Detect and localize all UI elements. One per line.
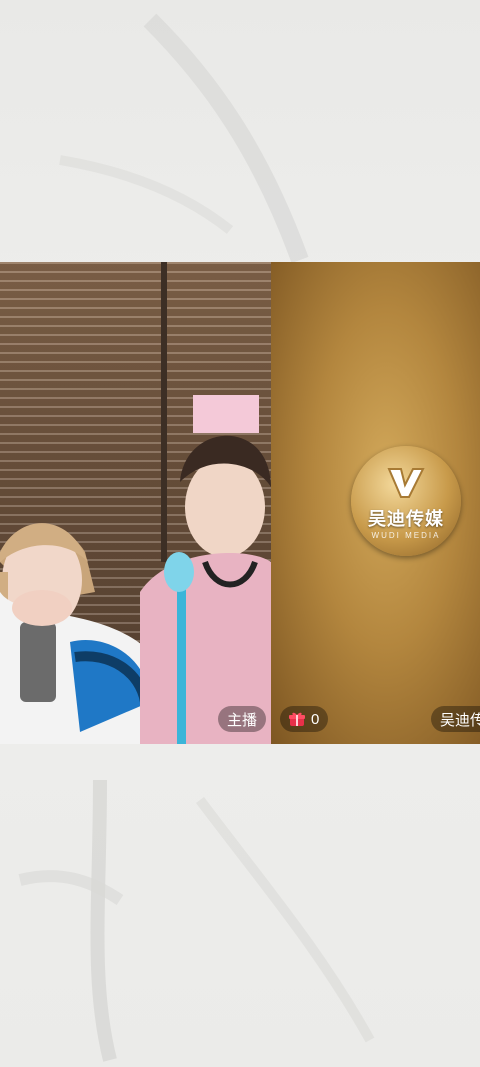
host-label-badge[interactable]: 主播 (218, 706, 267, 732)
gift-icon (289, 712, 305, 726)
live-stream-view[interactable]: 主播 吴迪传媒 WUDI MEDIA 0 吴迪传 (0, 262, 480, 744)
gift-count: 0 (311, 710, 320, 728)
opponent-name: 吴迪传 (440, 711, 480, 729)
logo-name: 吴迪传媒 (368, 508, 444, 529)
host-video[interactable]: 主播 (0, 262, 271, 744)
streamer-right (140, 395, 271, 744)
media-logo: 吴迪传媒 WUDI MEDIA (351, 446, 461, 556)
gift-counter[interactable]: 0 (280, 706, 329, 732)
opponent-video[interactable]: 吴迪传媒 WUDI MEDIA (271, 262, 480, 744)
logo-mark-icon (387, 467, 425, 498)
host-label: 主播 (227, 711, 258, 729)
opponent-name-badge[interactable]: 吴迪传 (431, 706, 480, 732)
logo-subtitle: WUDI MEDIA (371, 530, 441, 540)
